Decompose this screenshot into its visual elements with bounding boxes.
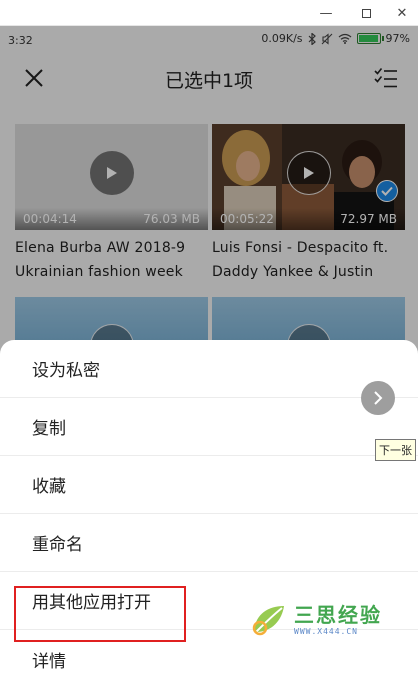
- maximize-icon: [361, 8, 371, 18]
- phone-screen: 3:32 0.09K/s 97% 已选中1项 00:04:14 76.03 MB…: [0, 26, 418, 675]
- minimize-icon: —: [319, 5, 333, 21]
- highlight-annotation: [14, 586, 186, 642]
- menu-item-label: 收藏: [32, 477, 66, 497]
- next-button[interactable]: [361, 381, 395, 415]
- menu-item-favorite[interactable]: 收藏: [0, 456, 418, 514]
- menu-item-label: 设为私密: [32, 361, 100, 381]
- menu-item-copy[interactable]: 复制: [0, 398, 418, 456]
- menu-item-label: 重命名: [32, 535, 83, 555]
- window-maximize-button[interactable]: [346, 0, 386, 26]
- window-close-button[interactable]: ✕: [382, 0, 418, 26]
- leaf-logo-icon: [252, 606, 284, 636]
- menu-item-label: 详情: [32, 651, 66, 672]
- menu-item-label: 复制: [32, 419, 66, 439]
- watermark-brand: 三思经验: [294, 602, 382, 627]
- window-minimize-button[interactable]: —: [306, 0, 346, 26]
- menu-item-rename[interactable]: 重命名: [0, 514, 418, 572]
- window-title-bar: — ✕: [0, 0, 418, 26]
- chevron-right-icon: [374, 391, 383, 405]
- window-close-icon: ✕: [396, 5, 408, 21]
- watermark-url: WWW.X444.CN: [294, 626, 358, 636]
- menu-item-set-private[interactable]: 设为私密: [0, 340, 418, 398]
- watermark-logo: 三思经验 WWW.X444.CN: [250, 600, 382, 638]
- next-tooltip: 下一张: [375, 439, 416, 461]
